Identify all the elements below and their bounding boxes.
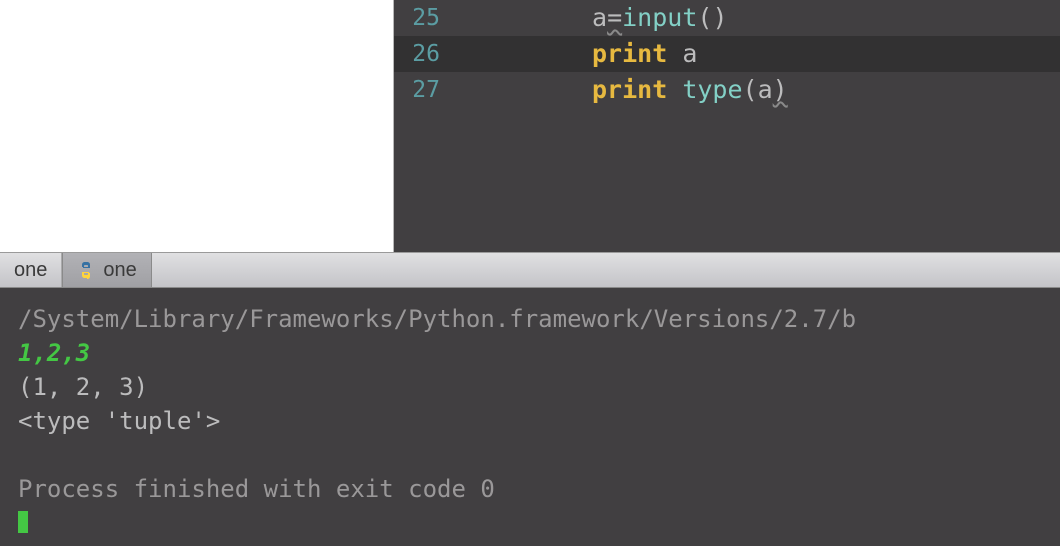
run-tab[interactable]: one — [62, 253, 151, 287]
code-content[interactable]: print type(a) — [454, 72, 788, 108]
line-number: 27 — [394, 72, 454, 108]
code-content[interactable]: a=input() — [454, 0, 728, 36]
line-number: 25 — [394, 0, 454, 36]
code-editor[interactable]: 25a=input()26print a27print type(a) — [394, 0, 1060, 252]
run-tab[interactable]: one — [0, 253, 62, 287]
code-line[interactable]: 25a=input() — [394, 0, 1060, 36]
tab-label: one — [103, 259, 136, 282]
top-region: 25a=input()26print a27print type(a) — [0, 0, 1060, 252]
code-line[interactable]: 27print type(a) — [394, 72, 1060, 108]
code-content[interactable]: print a — [454, 36, 697, 72]
run-tab-bar: one one — [0, 252, 1060, 288]
output-line: (1, 2, 3) — [18, 370, 1042, 404]
blank-line — [18, 438, 1042, 472]
exit-message: Process finished with exit code 0 — [18, 472, 1042, 506]
run-console[interactable]: /System/Library/Frameworks/Python.framew… — [0, 288, 1060, 546]
project-sidebar[interactable] — [0, 0, 394, 252]
user-input-line: 1,2,3 — [18, 336, 1042, 370]
tab-label: one — [14, 259, 47, 282]
output-line: <type 'tuple'> — [18, 404, 1042, 438]
console-cursor — [18, 511, 28, 533]
python-icon — [77, 261, 95, 279]
code-line[interactable]: 26print a — [394, 36, 1060, 72]
interpreter-path: /System/Library/Frameworks/Python.framew… — [18, 302, 1042, 336]
line-number: 26 — [394, 36, 454, 72]
